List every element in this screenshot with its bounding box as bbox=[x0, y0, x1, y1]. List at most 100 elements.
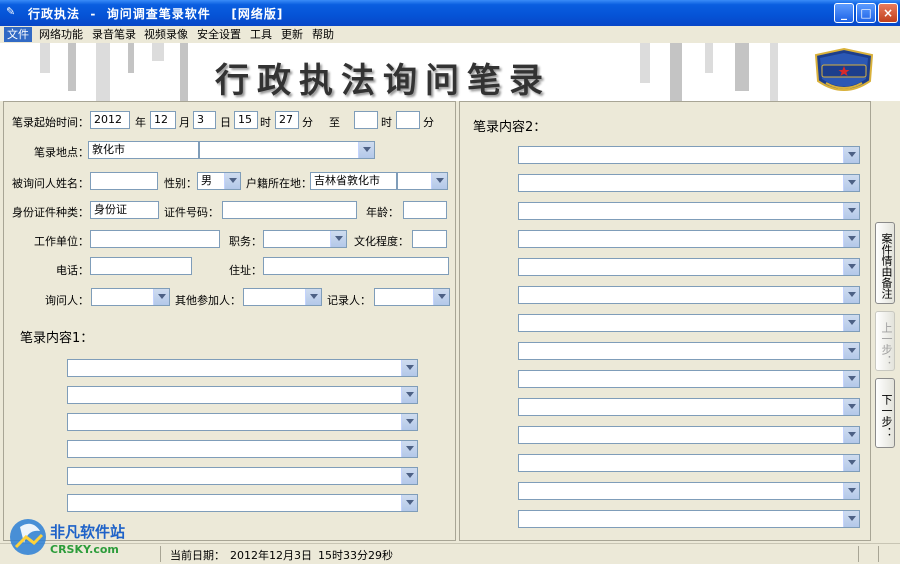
content2-row-8[interactable] bbox=[518, 342, 860, 360]
content2-row-4[interactable] bbox=[518, 230, 860, 248]
current-date: 2012年12月3日 bbox=[230, 549, 312, 562]
recorder-select[interactable] bbox=[374, 288, 450, 306]
end-minute-unit: 分 bbox=[423, 116, 434, 129]
prev-step-button[interactable]: 上一步： bbox=[875, 311, 895, 371]
education-input[interactable] bbox=[412, 230, 447, 248]
others-label: 其他参加人： bbox=[175, 294, 241, 307]
employer-label: 工作单位： bbox=[34, 235, 89, 248]
content2-row-1[interactable] bbox=[518, 146, 860, 164]
id-number-input[interactable] bbox=[222, 201, 357, 219]
content1-row-1[interactable] bbox=[67, 359, 418, 377]
chevron-down-icon bbox=[431, 173, 447, 189]
content1-row-3[interactable] bbox=[67, 413, 418, 431]
chevron-down-icon bbox=[843, 371, 859, 387]
chevron-down-icon bbox=[843, 343, 859, 359]
chevron-down-icon bbox=[401, 441, 417, 457]
others-select[interactable] bbox=[243, 288, 322, 306]
address-label: 住址： bbox=[229, 264, 262, 277]
law-enforcement-emblem-icon bbox=[814, 47, 874, 91]
content2-row-6[interactable] bbox=[518, 286, 860, 304]
content2-row-13[interactable] bbox=[518, 482, 860, 500]
domicile-label: 户籍所在地： bbox=[246, 177, 312, 190]
close-button[interactable]: × bbox=[878, 3, 898, 23]
content2-row-14[interactable] bbox=[518, 510, 860, 528]
position-select[interactable] bbox=[263, 230, 347, 248]
content2-row-10[interactable] bbox=[518, 398, 860, 416]
menu-update[interactable]: 更新 bbox=[278, 27, 306, 42]
age-input[interactable] bbox=[403, 201, 447, 219]
day-input[interactable]: 3 bbox=[193, 111, 216, 129]
year-input[interactable]: 2012 bbox=[90, 111, 130, 129]
location-input[interactable]: 敦化市 bbox=[88, 141, 199, 159]
content1-row-4[interactable] bbox=[67, 440, 418, 458]
location-detail-select[interactable] bbox=[199, 141, 375, 159]
menu-file[interactable]: 文件 bbox=[4, 27, 32, 42]
chevron-down-icon bbox=[843, 483, 859, 499]
content2-row-9[interactable] bbox=[518, 370, 860, 388]
gender-label: 性别： bbox=[164, 177, 197, 190]
content2-row-3[interactable] bbox=[518, 202, 860, 220]
chevron-down-icon bbox=[843, 399, 859, 415]
chevron-down-icon bbox=[401, 468, 417, 484]
menu-network[interactable]: 网络功能 bbox=[36, 27, 86, 42]
menu-help[interactable]: 帮助 bbox=[309, 27, 337, 42]
chevron-down-icon bbox=[843, 287, 859, 303]
right-content-panel: 笔录内容2： bbox=[459, 101, 871, 541]
chevron-down-icon bbox=[224, 173, 240, 189]
chevron-down-icon bbox=[843, 427, 859, 443]
start-time-label: 笔录起始时间： bbox=[12, 116, 89, 129]
content2-row-2[interactable] bbox=[518, 174, 860, 192]
hour-unit: 时 bbox=[260, 116, 271, 129]
banner: 行政执法询问笔录 bbox=[0, 43, 900, 101]
month-input[interactable]: 12 bbox=[150, 111, 176, 129]
date-label: 当前日期： bbox=[170, 549, 225, 562]
domicile-detail-select[interactable] bbox=[397, 172, 448, 190]
watermark-en: CRSKY.com bbox=[50, 543, 119, 556]
content1-row-2[interactable] bbox=[67, 386, 418, 404]
content2-title: 笔录内容2： bbox=[473, 120, 547, 135]
menu-video[interactable]: 视频录像 bbox=[141, 27, 191, 42]
gender-select[interactable]: 男 bbox=[197, 172, 241, 190]
name-input[interactable] bbox=[90, 172, 158, 190]
id-type-input[interactable]: 身份证 bbox=[90, 201, 159, 219]
end-minute-input[interactable] bbox=[396, 111, 420, 129]
content1-row-5[interactable] bbox=[67, 467, 418, 485]
minimize-button[interactable]: _ bbox=[834, 3, 854, 23]
menu-security[interactable]: 安全设置 bbox=[194, 27, 244, 42]
content1-title: 笔录内容1： bbox=[20, 331, 94, 346]
phone-input[interactable] bbox=[90, 257, 192, 275]
hour-input[interactable]: 15 bbox=[234, 111, 258, 129]
year-unit: 年 bbox=[135, 116, 146, 129]
minute-input[interactable]: 27 bbox=[275, 111, 299, 129]
content2-row-11[interactable] bbox=[518, 426, 860, 444]
title-bar[interactable]: ✎ 行政执法 - 询问调查笔录软件 [网络版] _ □ × bbox=[0, 0, 900, 26]
domicile-input[interactable]: 吉林省敦化市 bbox=[310, 172, 397, 190]
employer-input[interactable] bbox=[90, 230, 220, 248]
case-notes-button[interactable]: 案件情由备注 bbox=[875, 222, 895, 304]
next-step-button[interactable]: 下一步： bbox=[875, 378, 895, 448]
chevron-down-icon bbox=[843, 315, 859, 331]
interrogator-select[interactable] bbox=[91, 288, 170, 306]
crsky-watermark-logo: 非凡软件站 CRSKY.com bbox=[10, 519, 125, 556]
chevron-down-icon bbox=[843, 203, 859, 219]
app-icon: ✎ bbox=[6, 5, 16, 18]
id-number-label: 证件号码： bbox=[164, 206, 219, 219]
content2-row-5[interactable] bbox=[518, 258, 860, 276]
chevron-down-icon bbox=[305, 289, 321, 305]
age-label: 年龄： bbox=[366, 206, 399, 219]
menu-audio-record[interactable]: 录音笔录 bbox=[89, 27, 139, 42]
address-input[interactable] bbox=[263, 257, 449, 275]
window-title: 行政执法 - 询问调查笔录软件 [网络版] bbox=[28, 7, 284, 21]
end-hour-input[interactable] bbox=[354, 111, 378, 129]
chevron-down-icon bbox=[843, 175, 859, 191]
chevron-down-icon bbox=[401, 495, 417, 511]
watermark-cn: 非凡软件站 bbox=[50, 523, 125, 541]
content2-row-12[interactable] bbox=[518, 454, 860, 472]
content2-row-7[interactable] bbox=[518, 314, 860, 332]
menu-tools[interactable]: 工具 bbox=[247, 27, 275, 42]
maximize-button[interactable]: □ bbox=[856, 3, 876, 23]
chevron-down-icon bbox=[401, 414, 417, 430]
chevron-down-icon bbox=[153, 289, 169, 305]
content1-row-6[interactable] bbox=[67, 494, 418, 512]
minute-unit: 分 bbox=[302, 116, 313, 129]
